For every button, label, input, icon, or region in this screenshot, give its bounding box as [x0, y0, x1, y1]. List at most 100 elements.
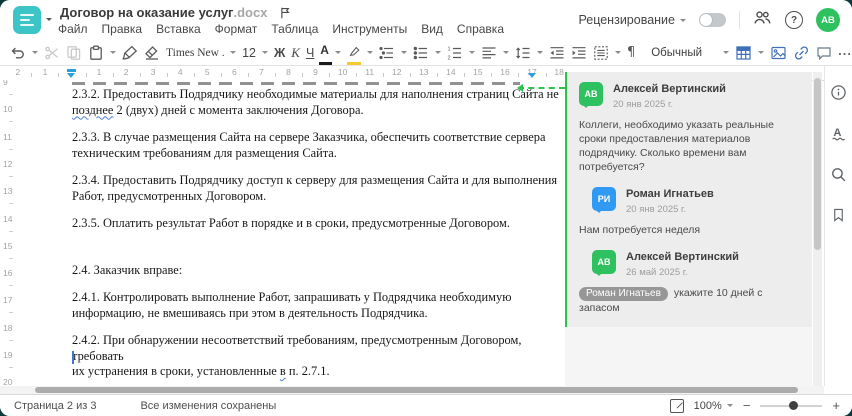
ruler-number: 17	[3, 295, 13, 306]
insert-table-button[interactable]	[735, 43, 752, 63]
highlight-caret-icon[interactable]	[366, 51, 373, 57]
collaboration-users-icon[interactable]	[753, 9, 772, 31]
decrease-indent-button[interactable]	[549, 43, 565, 63]
comment-reply[interactable]: АВ Алексей Вертинский 26 май 2025 г. Роман …	[579, 250, 800, 315]
zoom-level-select[interactable]: 100%	[694, 400, 733, 412]
clear-style-eraser-button[interactable]	[144, 43, 160, 63]
bullet-list-button[interactable]	[413, 43, 429, 63]
font-color-button[interactable]: А	[319, 41, 333, 65]
insert-link-button[interactable]	[793, 43, 810, 63]
paragraph[interactable]: 2.3.2. Предоставить Подрядчику необходим…	[72, 87, 564, 118]
align-caret-icon[interactable]	[502, 51, 509, 57]
cut-button[interactable]	[44, 43, 60, 63]
font-name-caret-icon[interactable]	[230, 51, 237, 57]
multilevel-list-button[interactable]	[379, 43, 395, 63]
vertical-ruler[interactable]: 9 10 11 12 13 14 15 16 17 18 19 20	[0, 80, 19, 386]
horizontal-scrollbar-thumb[interactable]	[35, 387, 798, 393]
search-icon[interactable]	[830, 166, 847, 188]
menu-item-вставка[interactable]: Вставка	[156, 22, 201, 36]
insert-image-button[interactable]	[770, 43, 787, 63]
menu-item-таблица[interactable]: Таблица	[271, 22, 318, 36]
highlight-color-button[interactable]	[346, 41, 361, 65]
comment-button[interactable]	[816, 43, 832, 63]
line-spacing-button[interactable]	[515, 43, 531, 63]
bookmark-icon[interactable]	[831, 207, 846, 228]
zoom-slider[interactable]	[760, 401, 823, 410]
toolbar-more-button[interactable]: ...	[838, 40, 852, 60]
ruler-number: 16	[500, 67, 510, 77]
zoom-slider-knob[interactable]	[789, 401, 799, 410]
comment-text: Роман Игнатьев укажите 10 дней с запасом	[579, 286, 763, 314]
menu-item-файл[interactable]: Файл	[58, 22, 88, 36]
ruler-tick	[9, 312, 13, 314]
underline-button[interactable]: Ч	[306, 43, 314, 63]
paragraph[interactable]: 2.3.5. Оплатить результат Работ в порядк…	[72, 216, 564, 232]
logo-caret-icon[interactable]	[46, 18, 52, 24]
document-page[interactable]: 2.3.2. Предоставить Подрядчику необходим…	[18, 80, 565, 386]
paragraph[interactable]: 2.4.2. При обнаружении несоответствий тр…	[72, 333, 564, 380]
paragraph[interactable]: 2.3.4. Предоставить Подрядчику доступ к …	[72, 173, 564, 204]
paragraph-style-select[interactable]: Обычный	[651, 43, 717, 63]
table-caret-icon[interactable]	[758, 51, 765, 57]
paragraph[interactable]: 2.3.3. В случае размещения Сайта на серв…	[72, 130, 564, 161]
bold-button[interactable]: Ж	[274, 43, 285, 63]
document-text[interactable]: 2.3.2. Предоставить Подрядчику необходим…	[72, 87, 564, 386]
paragraph[interactable]: 2.4.1. Контролировать выполнение Работ, …	[72, 290, 564, 321]
track-changes-toggle[interactable]	[699, 13, 726, 27]
font-name-select[interactable]: Times New ...	[166, 43, 224, 63]
help-icon[interactable]: ?	[785, 11, 803, 29]
document-extension: .docx	[233, 5, 268, 20]
zoom-out-button[interactable]: −	[743, 399, 751, 412]
bullet-list-caret-icon[interactable]	[434, 51, 441, 57]
line-spacing-caret-icon[interactable]	[536, 51, 543, 57]
comment-reply[interactable]: РИ Роман Игнатьев 20 янв 2025 г. Нам потреб…	[579, 187, 800, 237]
increase-indent-button[interactable]	[571, 43, 587, 63]
paragraph[interactable]: 2.4. Заказчик вправе:	[72, 263, 564, 279]
menu-item-инструменты[interactable]: Инструменты	[332, 22, 407, 36]
comment[interactable]: АВ Алексей Вертинский 20 янв 2025 г. Коллег…	[579, 82, 800, 174]
document-info-icon[interactable]	[830, 84, 847, 106]
horizontal-scrollbar[interactable]	[0, 386, 824, 394]
mention-pill[interactable]: Роман Игнатьев	[579, 286, 668, 301]
numbered-list-caret-icon[interactable]	[468, 51, 475, 57]
user-avatar[interactable]: АВ	[816, 8, 840, 32]
italic-button[interactable]: К	[291, 43, 300, 63]
paragraph-settings-caret-icon[interactable]	[614, 51, 621, 57]
ruler-number: 7	[259, 67, 264, 77]
menu-item-формат[interactable]: Формат	[215, 22, 258, 36]
fit-to-width-icon[interactable]	[669, 398, 684, 413]
undo-button[interactable]	[10, 43, 26, 63]
vertical-scrollbar[interactable]	[813, 72, 822, 386]
spellcheck-icon[interactable]: А	[830, 125, 847, 147]
paste-caret-icon[interactable]	[110, 51, 116, 57]
zoom-controls: 100% − +	[669, 398, 840, 413]
paragraph-settings-button[interactable]	[593, 43, 609, 63]
page-indicator[interactable]: Страница 2 из 3	[14, 400, 96, 412]
numbered-list-button[interactable]: 12	[447, 43, 463, 63]
format-painter-button[interactable]	[122, 43, 138, 63]
comment-text: Нам потребуется неделя	[579, 224, 701, 236]
ruler-tick	[9, 367, 13, 368]
comment-header: АВ Алексей Вертинский 26 май 2025 г.	[592, 250, 800, 278]
multilevel-list-caret-icon[interactable]	[400, 51, 407, 57]
ruler-number: 5	[204, 67, 210, 77]
font-size-select[interactable]: 12	[242, 43, 256, 63]
review-mode-dropdown[interactable]: Рецензирование	[578, 13, 686, 27]
undo-caret-icon[interactable]	[32, 51, 38, 57]
align-button[interactable]	[481, 43, 497, 63]
menu-item-справка[interactable]: Справка	[457, 22, 504, 36]
font-color-caret-icon[interactable]	[334, 51, 341, 57]
favorite-flag-icon[interactable]	[279, 6, 292, 20]
font-size-caret-icon[interactable]	[261, 51, 268, 57]
paste-button[interactable]	[88, 43, 104, 63]
avatar-tail	[595, 272, 603, 280]
vertical-scrollbar-thumb[interactable]	[814, 78, 821, 250]
show-paragraph-marks-button[interactable]: ¶	[627, 43, 635, 63]
copy-button[interactable]	[66, 43, 82, 63]
app-logo-icon[interactable]	[13, 6, 41, 34]
menu-item-правка[interactable]: Правка	[102, 22, 143, 36]
comment-thread-card[interactable]: АВ Алексей Вертинский 20 янв 2025 г. Коллег…	[565, 72, 812, 327]
zoom-in-button[interactable]: +	[832, 399, 840, 412]
style-caret-icon[interactable]	[723, 51, 730, 57]
menu-item-вид[interactable]: Вид	[421, 22, 443, 36]
